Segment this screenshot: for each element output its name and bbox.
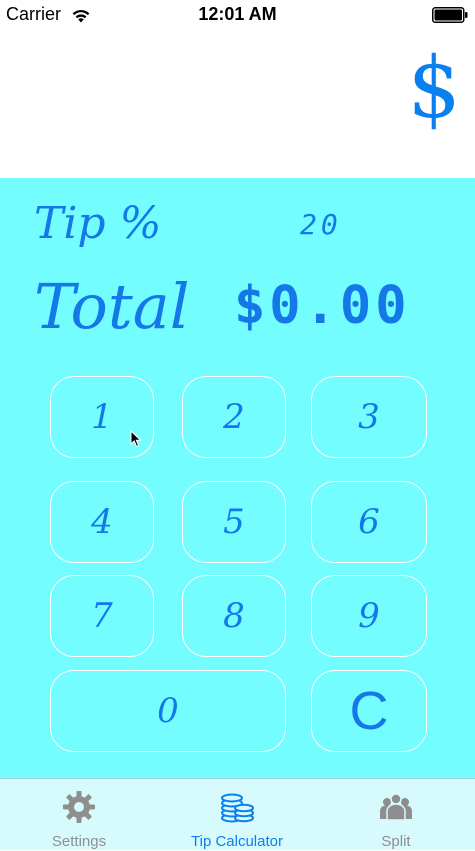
coins-icon: [221, 793, 254, 823]
key-0-button[interactable]: 0: [50, 670, 286, 752]
tab-tip-calculator[interactable]: Tip Calculator: [158, 779, 316, 851]
calculator-panel: Tip % 20 Total $0.00 1 2 3 4 5 6 7 8 9 0…: [0, 178, 475, 778]
tab-label-settings: Settings: [51, 833, 107, 850]
tab-label-split: Split: [381, 833, 411, 850]
total-amount: $0.00: [234, 276, 411, 336]
gear-icon: [63, 791, 95, 823]
key-8-button[interactable]: 8: [182, 575, 286, 657]
status-time: 12:01 AM: [198, 4, 277, 24]
people-icon: [380, 793, 412, 821]
key-2-button[interactable]: 2: [182, 376, 286, 458]
key-7-button[interactable]: 7: [50, 575, 154, 657]
key-4-button[interactable]: 4: [50, 481, 154, 563]
tab-label-tip-calculator: Tip Calculator: [191, 833, 283, 850]
tip-percent-label: Tip %: [34, 198, 162, 249]
status-bar: Carrier 12:01 AM: [0, 0, 475, 30]
key-9-button[interactable]: 9: [311, 575, 427, 657]
tab-split[interactable]: Split: [317, 779, 475, 851]
clear-button[interactable]: C: [311, 670, 427, 752]
tip-percent-value: 20: [300, 208, 342, 241]
key-6-button[interactable]: 6: [311, 481, 427, 563]
tab-settings[interactable]: Settings: [0, 779, 158, 851]
battery-icon: [432, 7, 468, 23]
key-5-button[interactable]: 5: [182, 481, 286, 563]
key-3-button[interactable]: 3: [311, 376, 427, 458]
header: $: [0, 30, 475, 178]
mouse-pointer-icon: [130, 430, 142, 448]
tab-bar: Settings Tip Calculator Split: [0, 778, 475, 850]
dollar-logo-icon: $: [407, 39, 461, 137]
total-label: Total: [34, 270, 190, 343]
